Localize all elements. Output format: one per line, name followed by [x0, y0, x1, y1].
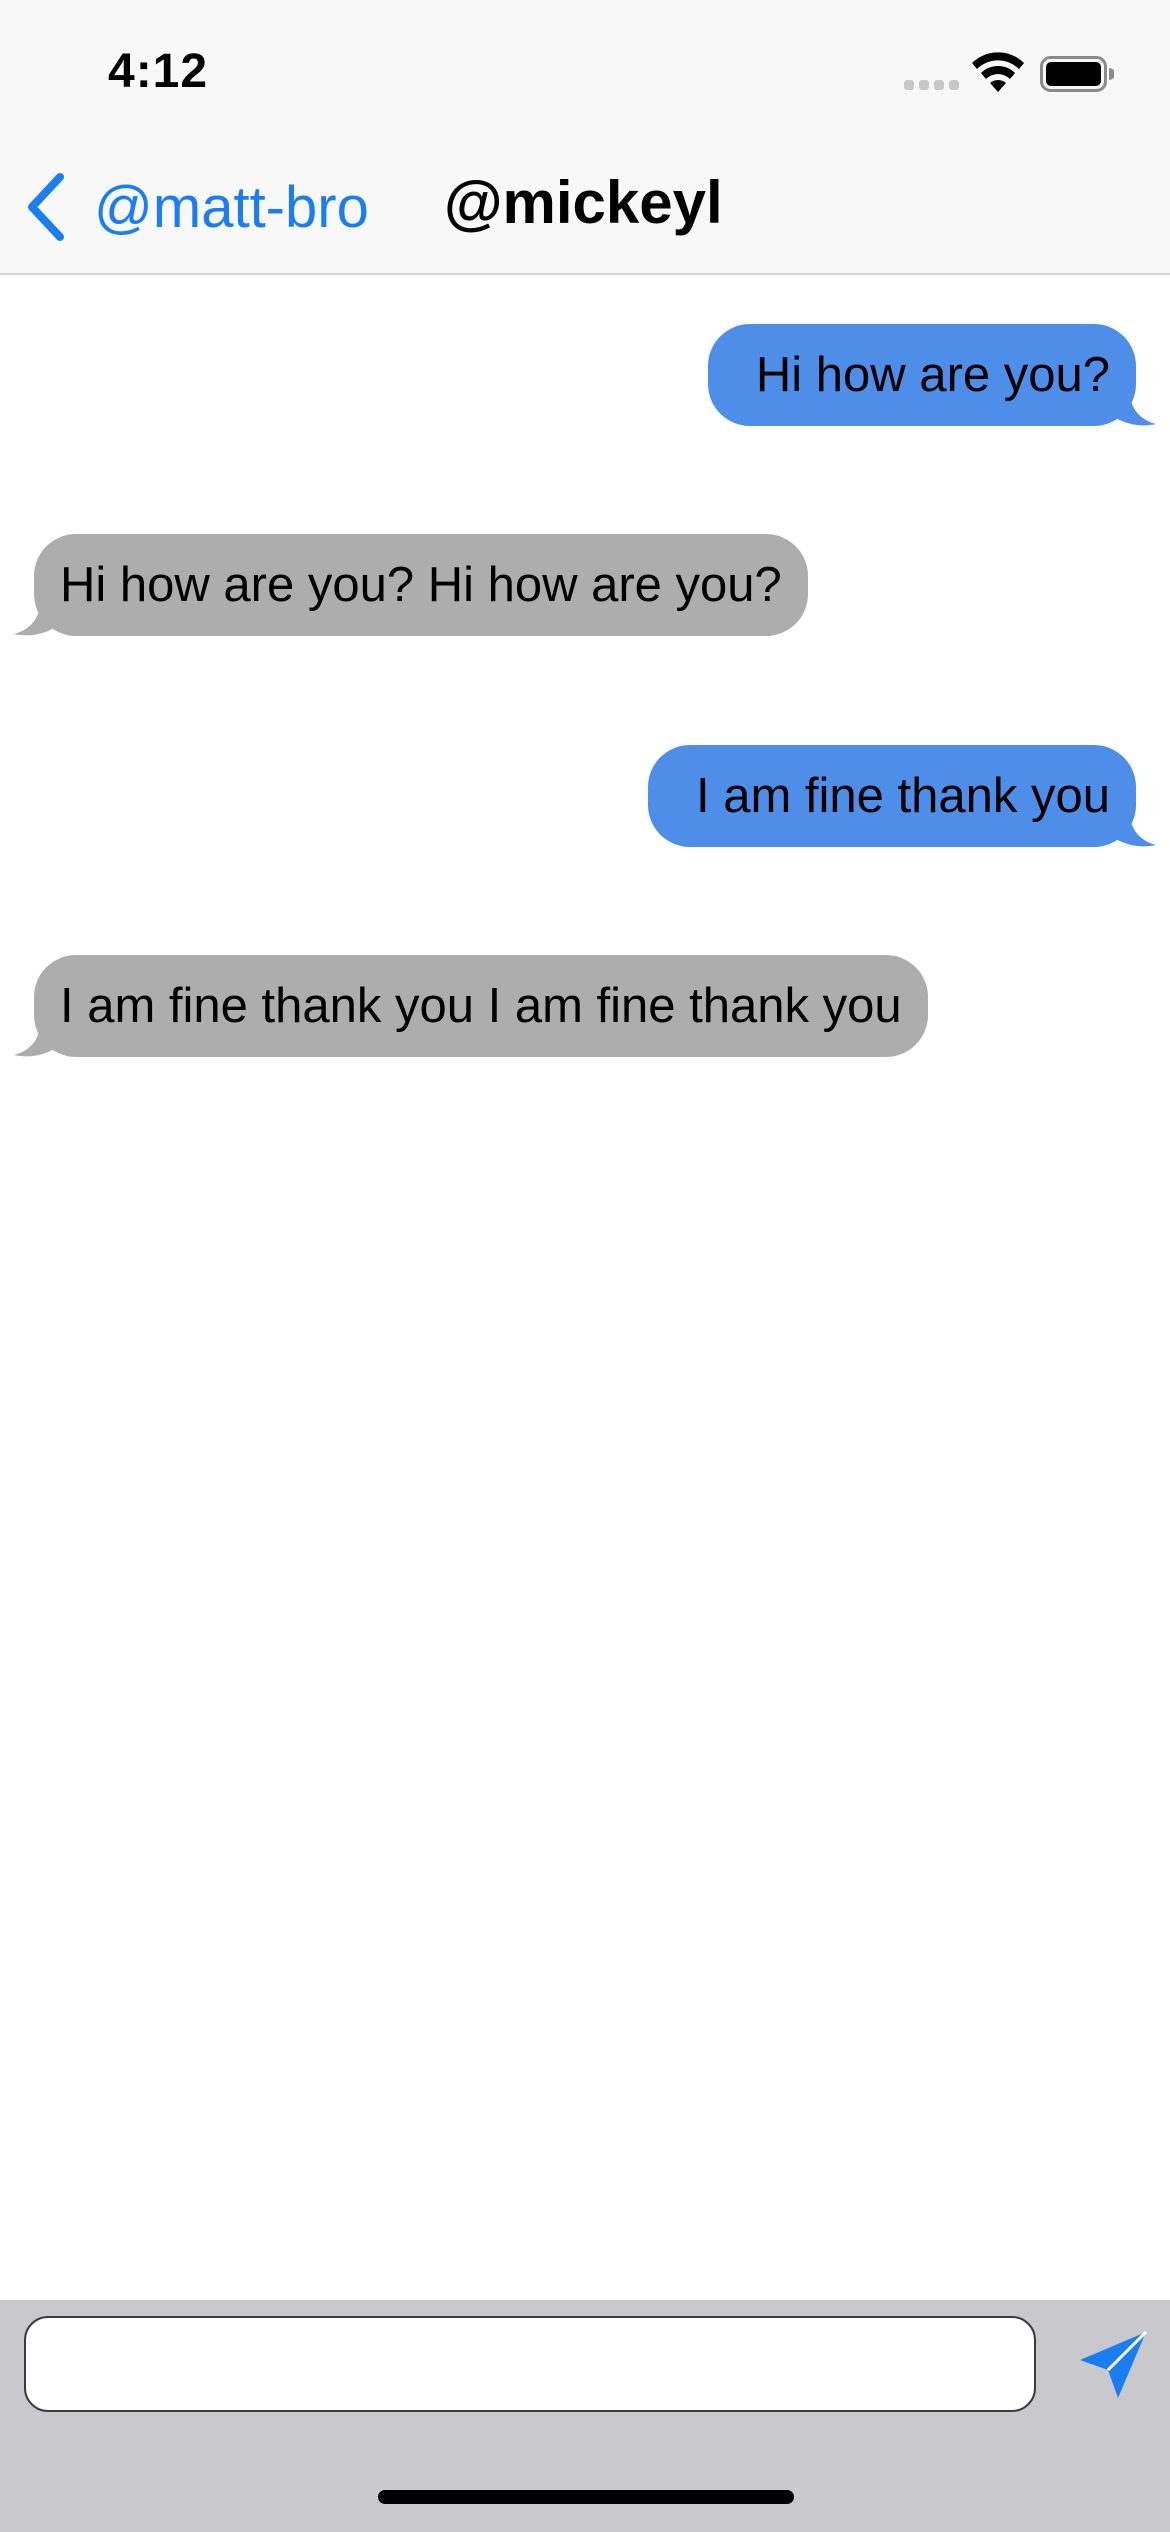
outgoing-message-bubble: I am fine thank you — [647, 745, 1156, 847]
message-text: I am fine thank you I am fine thank you — [60, 979, 902, 1033]
message-input[interactable] — [24, 2316, 1036, 2412]
message-text: I am fine thank you — [695, 769, 1110, 823]
back-button[interactable]: @matt-bro — [22, 164, 369, 250]
battery-icon — [1040, 56, 1114, 92]
send-button[interactable] — [1076, 2328, 1150, 2402]
home-indicator — [378, 2490, 794, 2504]
outgoing-message-bubble: Hi how are you? — [707, 324, 1156, 426]
paper-plane-icon — [1080, 2330, 1148, 2398]
wifi-icon — [972, 52, 1024, 92]
incoming-message-bubble: I am fine thank you I am fine thank you — [14, 955, 928, 1057]
bubble-tail — [14, 1023, 54, 1057]
navigation-bar: @matt-bro @mickeyl — [0, 140, 1170, 275]
bubble-tail — [1116, 813, 1156, 847]
message-composer — [0, 2300, 1170, 2532]
bubble-tail — [14, 602, 54, 636]
message-list[interactable]: Hi how are you? Hi how are you? Hi how a… — [0, 275, 1170, 2300]
chat-screen: 4:12 @matt-bro @mickeyl Hi how are you? … — [0, 0, 1170, 2532]
chevron-left-icon — [28, 173, 64, 241]
back-button-label: @matt-bro — [94, 174, 369, 240]
status-bar: 4:12 — [0, 0, 1170, 140]
cellular-signal-icon — [904, 80, 960, 92]
message-text: Hi how are you? — [755, 348, 1110, 402]
conversation-title: @mickeyl — [444, 169, 723, 236]
bubble-tail — [1116, 392, 1156, 426]
message-text: Hi how are you? Hi how are you? — [60, 558, 782, 612]
incoming-message-bubble: Hi how are you? Hi how are you? — [14, 534, 808, 636]
status-time: 4:12 — [108, 45, 209, 98]
